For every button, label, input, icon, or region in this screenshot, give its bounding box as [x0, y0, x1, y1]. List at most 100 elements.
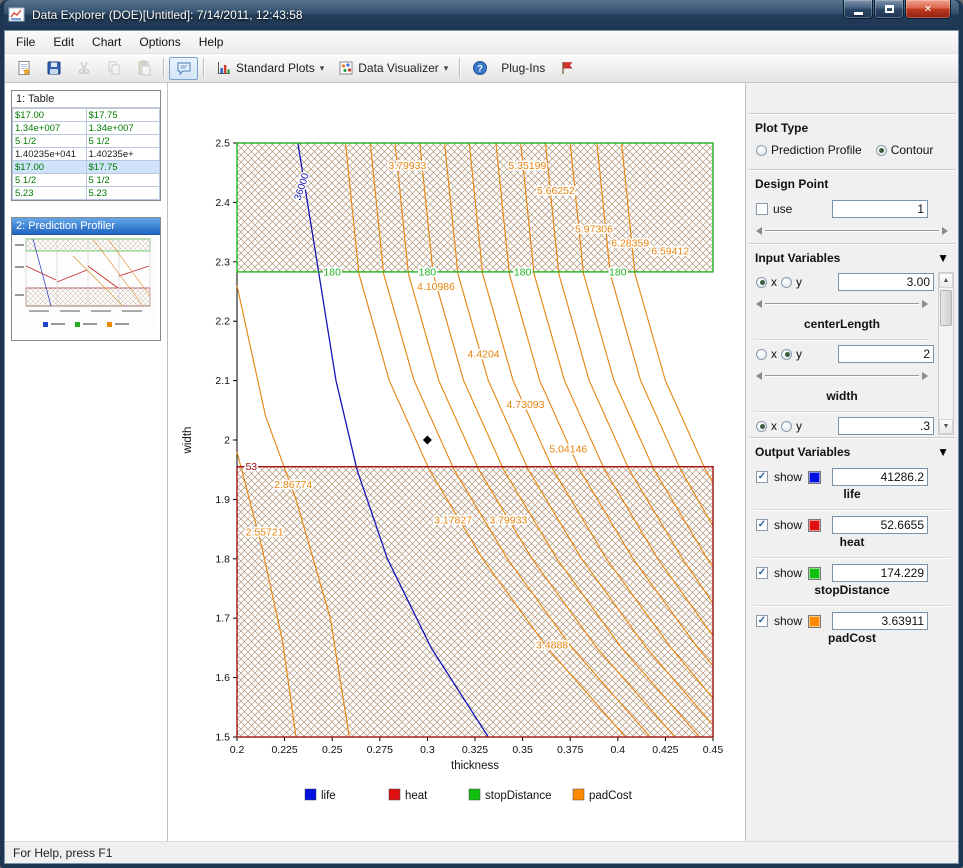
scroll-up-icon[interactable]: ▲	[939, 273, 953, 288]
input-variables-scrollbar[interactable]: ▲ ▼	[938, 272, 954, 435]
table-row[interactable]: 5.235.23	[13, 187, 160, 200]
scrollbar-track[interactable]	[939, 288, 953, 419]
row3-value-field[interactable]	[838, 417, 934, 435]
maximize-button[interactable]	[874, 0, 904, 19]
plugin-flag-button[interactable]	[552, 57, 581, 80]
slider-track[interactable]	[765, 230, 939, 232]
table-row[interactable]: $17.00$17.75	[13, 161, 160, 174]
padCost-show-checkbox[interactable]	[756, 615, 768, 627]
plot-type-radio-contour[interactable]	[876, 145, 887, 156]
width-value-field[interactable]	[838, 345, 934, 363]
width-y-axis-radio[interactable]	[781, 349, 792, 360]
y-radio-label: y	[796, 347, 802, 361]
table-cell: 5 1/2	[13, 174, 87, 187]
menu-options[interactable]: Options	[130, 32, 189, 52]
table-row[interactable]: 5 1/25 1/2	[13, 135, 160, 148]
slider-left-arrow-icon[interactable]	[756, 227, 762, 235]
divider	[754, 509, 950, 511]
heat-color-swatch[interactable]	[808, 519, 821, 532]
width-x-axis-radio[interactable]	[756, 349, 767, 360]
output-variables-collapse-icon[interactable]: ▼	[937, 447, 949, 457]
life-color-swatch[interactable]	[808, 471, 821, 484]
plot-type-option-label: Contour	[891, 143, 934, 157]
menu-help[interactable]: Help	[190, 32, 233, 52]
y-tick-label: 1.7	[215, 613, 230, 625]
padCost-color-swatch[interactable]	[808, 615, 821, 628]
table-thumbnail[interactable]: 1: Table $17.00$17.751.34e+0071.34e+0075…	[11, 90, 161, 201]
chevron-down-icon: ▾	[444, 63, 449, 74]
flag-icon	[558, 60, 575, 77]
row3-y-axis-radio[interactable]	[781, 421, 792, 432]
plot-type-option-contour[interactable]: Contour	[876, 143, 934, 157]
slider-right-arrow-icon[interactable]	[922, 372, 928, 380]
menu-edit[interactable]: Edit	[44, 32, 83, 52]
slider-left-arrow-icon[interactable]	[756, 300, 762, 308]
design-point-row: use	[746, 196, 958, 220]
width-slider[interactable]	[756, 369, 928, 382]
menu-file[interactable]: File	[7, 32, 44, 52]
row3-x-axis-radio[interactable]	[756, 421, 767, 432]
standard-plots-button[interactable]: Standard Plots▾	[209, 57, 330, 80]
contour-chart[interactable]: 0.20.2250.250.2750.30.3250.350.3750.40.4…	[171, 113, 731, 826]
profiler-thumbnail-preview[interactable]	[12, 235, 160, 340]
design-point-slider[interactable]	[756, 224, 948, 237]
menu-chart[interactable]: Chart	[83, 32, 130, 52]
centerLength-slider[interactable]	[756, 297, 928, 310]
data-visualizer-label: Data Visualizer	[358, 61, 438, 75]
minimize-button[interactable]	[843, 0, 873, 19]
heat-value-field[interactable]	[832, 516, 928, 534]
table-row[interactable]: 1.40235e+0411.40235e+	[13, 148, 160, 161]
new-button[interactable]	[9, 57, 38, 80]
table-thumbnail-title[interactable]: 1: Table	[12, 91, 160, 108]
plot-type-radio-prediction-profile[interactable]	[756, 145, 767, 156]
use-checkbox[interactable]	[756, 203, 768, 215]
slider-right-arrow-icon[interactable]	[942, 227, 948, 235]
slider-left-arrow-icon[interactable]	[756, 372, 762, 380]
slider-track[interactable]	[765, 303, 919, 305]
life-show-checkbox[interactable]	[756, 471, 768, 483]
slider-right-arrow-icon[interactable]	[922, 300, 928, 308]
plug-ins-button[interactable]: Plug-Ins	[495, 57, 551, 80]
centerLength-y-axis-radio[interactable]	[781, 277, 792, 288]
table-row[interactable]: 5 1/25 1/2	[13, 174, 160, 187]
help-button[interactable]: ?	[465, 57, 494, 80]
centerLength-x-axis-radio[interactable]	[756, 277, 767, 288]
life-value-field[interactable]	[832, 468, 928, 486]
plot-type-option-prediction-profile[interactable]: Prediction Profile	[756, 143, 862, 157]
input-variables-collapse-icon[interactable]: ▼	[937, 253, 949, 263]
title-bar[interactable]: Data Explorer (DOE)[Untitled]: 7/14/2011…	[4, 0, 959, 30]
heat-show-checkbox[interactable]	[756, 519, 768, 531]
stopDistance-label: stopDistance	[746, 582, 958, 604]
x-tick-label: 0.35	[512, 744, 533, 756]
copy-icon	[105, 60, 122, 77]
y-tick-label: 1.9	[215, 494, 230, 506]
input-variable-line: xy	[746, 342, 938, 365]
profiler-thumbnail[interactable]: 2: Prediction Profiler	[11, 217, 161, 341]
toolbar-separator	[459, 58, 460, 78]
slider-track[interactable]	[765, 375, 919, 377]
annotations-button[interactable]	[169, 57, 198, 80]
x-radio-label: x	[771, 419, 777, 433]
data-visualizer-button[interactable]: Data Visualizer ▾	[331, 57, 454, 80]
stopDistance-value-field[interactable]	[832, 564, 928, 582]
help-icon: ?	[471, 60, 488, 77]
design-point-header: Design Point	[746, 171, 958, 196]
save-button[interactable]	[39, 57, 68, 80]
padCost-value-field[interactable]	[832, 612, 928, 630]
x-tick-label: 0.375	[557, 744, 583, 756]
stopDistance-show-checkbox[interactable]	[756, 567, 768, 579]
scroll-down-icon[interactable]: ▼	[939, 419, 953, 434]
table-row[interactable]: $17.00$17.75	[13, 109, 160, 122]
design-point-marker[interactable]	[423, 436, 432, 445]
profiler-thumbnail-title[interactable]: 2: Prediction Profiler	[12, 218, 160, 235]
constraint-label: 180	[609, 266, 627, 278]
close-button[interactable]: ✕	[905, 0, 951, 19]
y-tick-label: 2.5	[215, 138, 230, 150]
centerLength-value-field[interactable]	[838, 273, 934, 291]
padcost-contour-label: 4.73093	[507, 399, 545, 411]
stopDistance-color-swatch[interactable]	[808, 567, 821, 580]
design-point-field[interactable]	[832, 200, 928, 218]
output-variables-header: Output Variables ▼	[746, 439, 958, 464]
table-row[interactable]: 1.34e+0071.34e+007	[13, 122, 160, 135]
scrollbar-thumb[interactable]	[940, 290, 952, 326]
